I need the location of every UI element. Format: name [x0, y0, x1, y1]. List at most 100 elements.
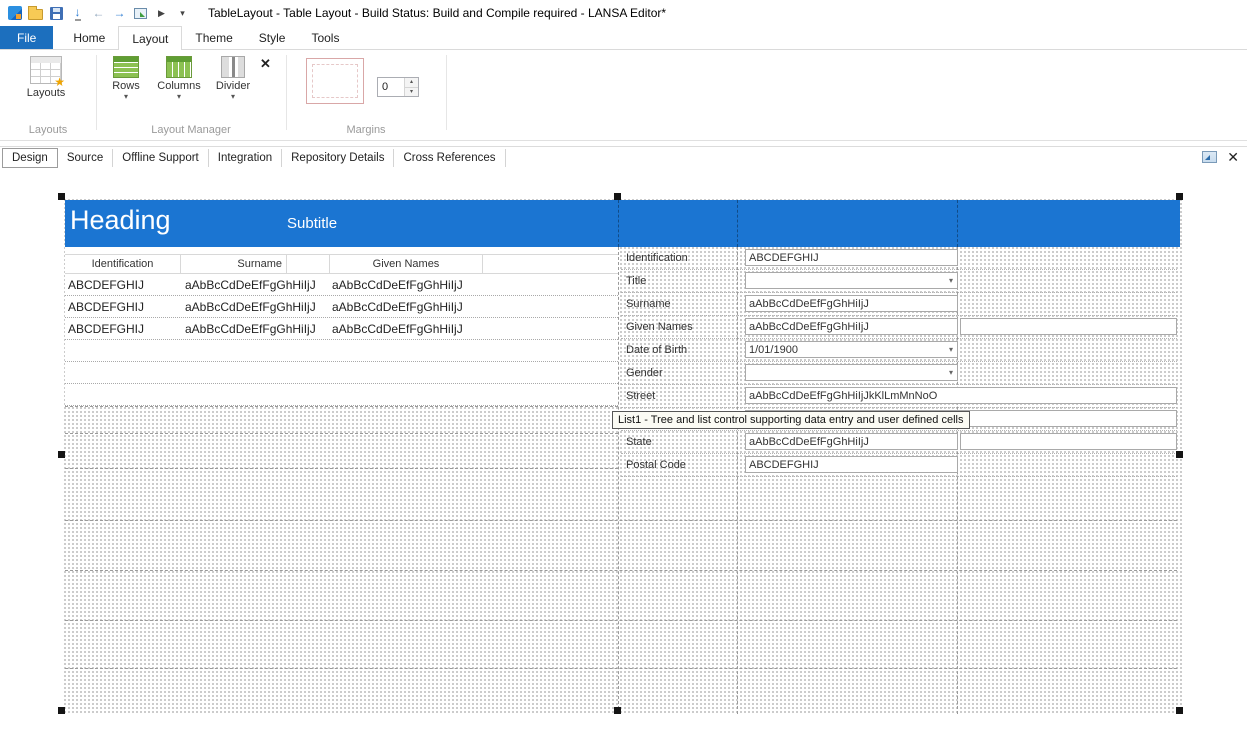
group-label-layout-manager: Layout Manager — [96, 124, 286, 136]
list-control[interactable]: Identification Surname Given Names ABCDE… — [65, 254, 618, 406]
quick-access-caret-icon[interactable]: ▾ — [173, 5, 192, 22]
layouts-button[interactable]: Layouts — [14, 56, 78, 99]
columns-dropdown-icon[interactable]: ▾ — [177, 93, 181, 101]
list-empty-row[interactable] — [65, 384, 618, 406]
check-in-icon[interactable]: ↓ — [68, 5, 87, 22]
selection-handle-top-right[interactable] — [1176, 193, 1183, 200]
identification-field[interactable]: ABCDEFGHIJ — [745, 249, 958, 266]
selection-handle-middle-right[interactable] — [1176, 451, 1183, 458]
form-row: Surname aAbBcCdDeEfFgGhHiIjJ — [621, 293, 1177, 316]
gender-combobox[interactable]: ▾ — [745, 364, 958, 381]
float-document-icon[interactable] — [1202, 151, 1217, 163]
postal-code-field[interactable]: ABCDEFGHIJ — [745, 456, 958, 473]
identification-label: Identification — [626, 252, 688, 264]
margins-preview — [306, 58, 364, 104]
surname-field[interactable]: aAbBcCdDeEfFgGhHiIjJ — [745, 295, 958, 312]
table-row-divider[interactable] — [65, 620, 1177, 621]
group-label-margins: Margins — [286, 124, 446, 136]
execute-icon[interactable]: ▶ — [152, 5, 171, 22]
empty-field[interactable] — [960, 318, 1177, 335]
table-row-divider[interactable] — [65, 468, 618, 469]
spinner-down-icon[interactable]: ▾ — [405, 88, 418, 97]
cell-surname: aAbBcCdDeEfFgGhHiIjJ — [181, 322, 330, 336]
table-row-divider[interactable] — [65, 570, 1177, 571]
given-names-field[interactable]: aAbBcCdDeEfFgGhHiIjJ — [745, 318, 958, 335]
selection-handle-top-left[interactable] — [58, 193, 65, 200]
table-row-divider[interactable] — [65, 406, 618, 407]
design-surface[interactable]: Heading Subtitle Identification Surname … — [62, 197, 1183, 714]
selection-handle-bottom-right[interactable] — [1176, 707, 1183, 714]
save-icon[interactable] — [47, 5, 66, 22]
list-empty-row[interactable] — [65, 340, 618, 362]
table-row-divider[interactable] — [65, 520, 1177, 521]
divider-dropdown-icon[interactable]: ▾ — [231, 93, 235, 101]
tab-tools[interactable]: Tools — [298, 26, 352, 49]
list-row[interactable]: ABCDEFGHIJ aAbBcCdDeEfFgGhHiIjJ aAbBcCdD… — [65, 274, 618, 296]
spinner-up-icon[interactable]: ▴ — [405, 78, 418, 88]
title-combobox[interactable]: ▾ — [745, 272, 958, 289]
close-document-icon[interactable]: ✕ — [1227, 150, 1239, 164]
list-row[interactable]: ABCDEFGHIJ aAbBcCdDeEfFgGhHiIjJ aAbBcCdD… — [65, 318, 618, 340]
table-row-divider[interactable] — [65, 433, 618, 434]
divider-button-label: Divider — [216, 80, 250, 92]
forward-icon[interactable]: → — [110, 5, 129, 22]
list-row[interactable]: ABCDEFGHIJ aAbBcCdDeEfFgGhHiIjJ aAbBcCdD… — [65, 296, 618, 318]
chevron-down-icon[interactable]: ▾ — [949, 346, 953, 354]
state-field[interactable]: aAbBcCdDeEfFgGhHiIjJ — [745, 433, 958, 450]
chevron-down-icon[interactable]: ▾ — [949, 369, 953, 377]
tab-offline-support[interactable]: Offline Support — [113, 149, 209, 167]
empty-field[interactable] — [960, 433, 1177, 450]
tab-theme[interactable]: Theme — [182, 26, 245, 49]
rows-dropdown-icon[interactable]: ▾ — [124, 93, 128, 101]
tab-repository-details[interactable]: Repository Details — [282, 149, 394, 167]
tab-layout[interactable]: Layout — [118, 26, 182, 50]
form-row: Given Names aAbBcCdDeEfFgGhHiIjJ — [621, 316, 1177, 339]
margins-spinner-value[interactable]: 0 — [378, 78, 404, 96]
document-tab-bar: Design Source Offline Support Integratio… — [0, 146, 1247, 169]
table-row-divider[interactable] — [65, 668, 1177, 669]
list-empty-row[interactable] — [65, 362, 618, 384]
open-in-window-icon[interactable] — [131, 5, 150, 22]
margins-spinner-buttons: ▴ ▾ — [404, 78, 418, 96]
column-header-given-names[interactable]: Given Names — [330, 255, 483, 273]
delete-layout-item-button[interactable]: ✕ — [260, 56, 271, 72]
rows-button-label: Rows — [112, 80, 140, 92]
cell-identification: ABCDEFGHIJ — [65, 300, 181, 314]
divider-button[interactable]: Divider ▾ — [210, 56, 256, 101]
column-header-blank[interactable] — [287, 255, 330, 273]
table-column-divider[interactable] — [618, 247, 619, 714]
subtitle-label[interactable]: Subtitle — [287, 215, 337, 232]
columns-button-label: Columns — [157, 80, 200, 92]
selection-handle-middle-left[interactable] — [58, 451, 65, 458]
form-row: Identification ABCDEFGHIJ — [621, 247, 1177, 270]
date-of-birth-combobox[interactable]: 1/01/1900 ▾ — [745, 341, 958, 358]
table-header-band[interactable]: Heading Subtitle — [65, 200, 1180, 247]
tab-home[interactable]: Home — [60, 26, 118, 49]
chevron-down-icon[interactable]: ▾ — [949, 277, 953, 285]
surname-label: Surname — [626, 298, 671, 310]
rows-button[interactable]: Rows ▾ — [106, 56, 146, 101]
band-column-divider — [957, 200, 958, 247]
columns-button[interactable]: Columns ▾ — [152, 56, 206, 101]
open-folder-icon[interactable] — [26, 5, 45, 22]
tab-style[interactable]: Style — [246, 26, 299, 49]
title-bar: ↓ ← → ▶ ▾ TableLayout - Table Layout - B… — [0, 0, 1247, 26]
tab-design[interactable]: Design — [2, 148, 58, 168]
ribbon-separator — [96, 55, 97, 130]
column-header-blank[interactable] — [483, 255, 618, 273]
band-column-divider — [737, 200, 738, 247]
column-header-identification[interactable]: Identification — [65, 255, 181, 273]
heading-label[interactable]: Heading — [70, 205, 171, 236]
margins-spinner[interactable]: 0 ▴ ▾ — [377, 77, 419, 97]
street-field[interactable]: aAbBcCdDeEfFgGhHiIjJkKlLmMnNoO — [745, 387, 1177, 404]
column-header-surname[interactable]: Surname — [181, 255, 287, 273]
selection-handle-bottom-middle[interactable] — [614, 707, 621, 714]
tab-file[interactable]: File — [0, 26, 53, 49]
selection-handle-top-middle[interactable] — [614, 193, 621, 200]
back-icon[interactable]: ← — [89, 5, 108, 22]
tab-source[interactable]: Source — [58, 149, 113, 167]
tab-cross-references[interactable]: Cross References — [394, 149, 505, 167]
selection-handle-bottom-left[interactable] — [58, 707, 65, 714]
postal-code-label: Postal Code — [626, 459, 686, 471]
tab-integration[interactable]: Integration — [209, 149, 282, 167]
